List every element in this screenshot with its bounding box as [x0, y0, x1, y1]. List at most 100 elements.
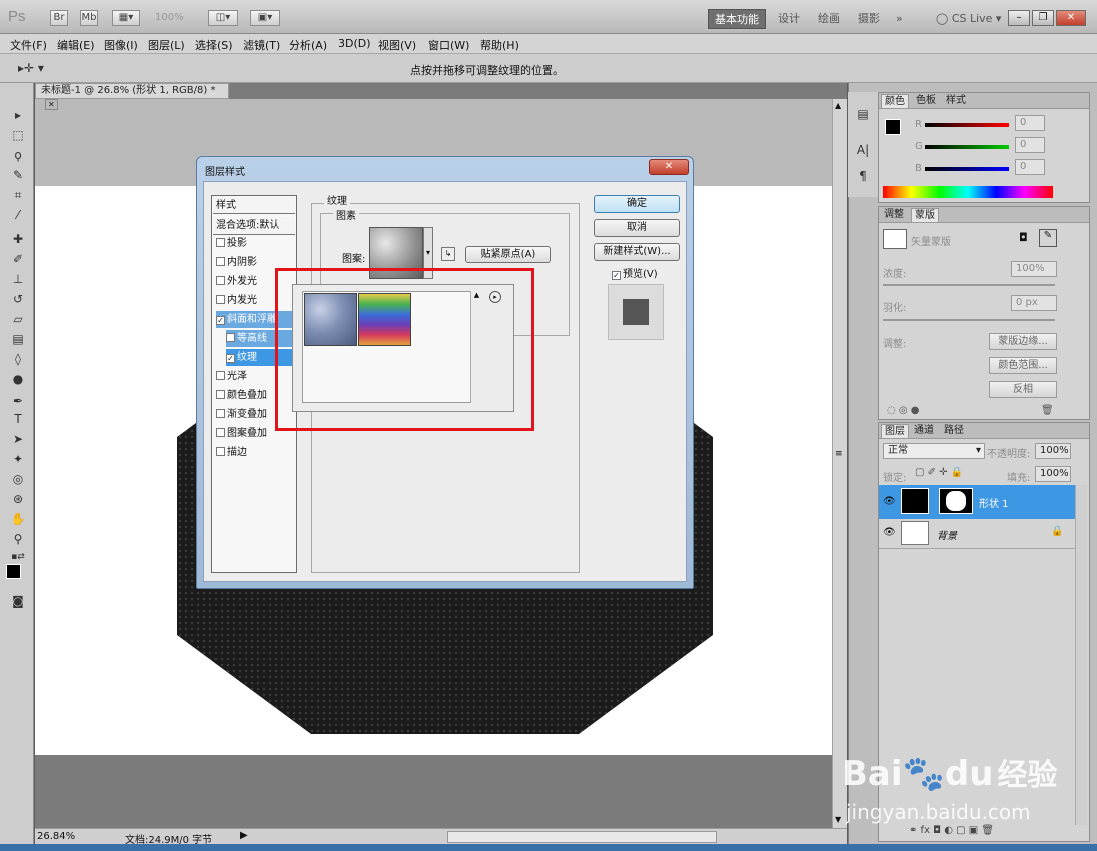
checkbox[interactable]	[226, 333, 235, 342]
checkbox[interactable]	[216, 390, 225, 399]
gradient-tool-icon[interactable]: ▤	[9, 331, 27, 347]
mini-bridge-icon[interactable]: Mb	[80, 10, 98, 26]
menu-edit[interactable]: 编辑(E)	[57, 37, 95, 53]
dodge-tool-icon[interactable]: ●	[9, 371, 27, 387]
move-tool-icon[interactable]: ▸✛ ▾	[18, 61, 44, 75]
scroll-down-icon[interactable]: ▼	[835, 815, 841, 824]
tab-layers[interactable]: 图层	[881, 424, 909, 438]
checkbox[interactable]	[216, 447, 225, 456]
visibility-eye-icon[interactable]: 👁	[883, 496, 896, 507]
blur-tool-icon[interactable]: ◊	[9, 351, 27, 367]
cs-live-button[interactable]: ◯ CS Live ▾	[930, 9, 1007, 29]
menu-view[interactable]: 视图(V)	[378, 37, 416, 53]
pen-tool-icon[interactable]: ✒	[9, 393, 27, 409]
custom-shape-icon[interactable]: ✦	[9, 451, 27, 467]
history-panel-icon[interactable]: ▤	[854, 106, 872, 122]
checkbox[interactable]	[216, 371, 225, 380]
layer-row-shape[interactable]: 👁 形状 1	[879, 485, 1075, 519]
brush-tool-icon[interactable]: ✐	[9, 251, 27, 267]
menu-select[interactable]: 选择(S)	[195, 37, 233, 53]
menu-window[interactable]: 窗口(W)	[428, 37, 469, 53]
r-value[interactable]: 0	[1015, 115, 1045, 131]
mask-footer-icons[interactable]: ◌ ◎ ●	[887, 405, 920, 416]
3d-orbit-icon[interactable]: ⊛	[9, 491, 27, 507]
feather-value[interactable]: 0 px	[1011, 295, 1057, 311]
checkbox[interactable]	[216, 428, 225, 437]
checkbox[interactable]	[216, 409, 225, 418]
blend-options-item[interactable]: 混合选项:默认	[213, 217, 295, 235]
close-tab-icon[interactable]: ✕	[45, 99, 58, 110]
styles-header[interactable]: 样式	[213, 197, 295, 214]
lock-icons[interactable]: ▢ ✐ ✛ 🔒	[915, 467, 963, 478]
tab-masks[interactable]: 蒙版	[911, 208, 939, 222]
extras-icon[interactable]: ▦▾	[112, 10, 140, 26]
menu-image[interactable]: 图像(I)	[104, 37, 138, 53]
eraser-icon[interactable]: ▱	[9, 311, 27, 327]
more-workspaces-icon[interactable]: »	[890, 9, 909, 29]
checkbox[interactable]	[216, 295, 225, 304]
color-range-button[interactable]: 颜色范围...	[989, 357, 1057, 374]
menu-3d[interactable]: 3D(D)	[338, 37, 371, 50]
delete-mask-icon[interactable]: 🗑	[1041, 405, 1054, 416]
swap-colors-icon[interactable]: ▪⇄	[9, 549, 27, 565]
character-panel-icon[interactable]: A|	[854, 142, 872, 158]
fg-color-swatch[interactable]	[885, 119, 901, 135]
mask-edge-button[interactable]: 蒙版边缘...	[989, 333, 1057, 350]
tab-swatches[interactable]: 色板	[913, 94, 939, 108]
workspace-photography[interactable]: 摄影	[852, 9, 886, 29]
checkbox[interactable]	[216, 257, 225, 266]
quick-mask-icon[interactable]: ◙	[9, 593, 27, 609]
menu-file[interactable]: 文件(F)	[10, 37, 47, 53]
dialog-close-icon[interactable]: ✕	[649, 159, 689, 175]
tab-channels[interactable]: 通道	[911, 424, 937, 438]
checkbox[interactable]: ✓	[612, 271, 621, 280]
foreground-color[interactable]	[6, 564, 21, 579]
r-slider[interactable]	[925, 123, 1009, 127]
g-slider[interactable]	[925, 145, 1009, 149]
b-slider[interactable]	[925, 167, 1009, 171]
vertical-scrollbar[interactable]: ▲ ≡ ▼	[832, 99, 847, 828]
cancel-button[interactable]: 取消	[594, 219, 680, 237]
workspace-essentials[interactable]: 基本功能	[708, 9, 766, 29]
color-ramp[interactable]	[883, 186, 1053, 198]
scroll-up-icon[interactable]: ▲	[835, 101, 841, 110]
layer-footer-icons[interactable]: ⚭ fx ◘ ◐ ▢ ▣ 🗑	[909, 825, 994, 836]
status-menu-icon[interactable]: ▶	[240, 830, 248, 841]
eyedropper-icon[interactable]: ⁄	[9, 207, 27, 223]
paragraph-panel-icon[interactable]: ¶	[854, 168, 872, 184]
clone-stamp-icon[interactable]: ⊥	[9, 271, 27, 287]
new-preset-icon[interactable]: ↳	[441, 247, 455, 261]
b-value[interactable]: 0	[1015, 159, 1045, 175]
horizontal-scrollbar[interactable]	[447, 831, 717, 843]
preview-checkbox[interactable]: ✓ 预览(V)	[612, 265, 658, 280]
workspace-painting[interactable]: 绘画	[812, 9, 846, 29]
quick-select-icon[interactable]: ✎	[9, 167, 27, 183]
screen-mode-icon[interactable]: ▣▾	[250, 10, 280, 26]
zoom-level[interactable]: 26.84%	[37, 831, 75, 842]
checkbox[interactable]	[216, 276, 225, 285]
tab-paths[interactable]: 路径	[941, 424, 967, 438]
menu-analysis[interactable]: 分析(A)	[289, 37, 327, 53]
healing-brush-icon[interactable]: ✚	[9, 231, 27, 247]
menu-layer[interactable]: 图层(L)	[148, 37, 185, 53]
checkbox[interactable]: ✓	[226, 354, 235, 363]
density-value[interactable]: 100%	[1011, 261, 1057, 277]
checkbox[interactable]: ✓	[216, 316, 225, 325]
lasso-tool-icon[interactable]: ϙ	[9, 147, 27, 163]
hand-tool-icon[interactable]: ✋	[9, 511, 27, 527]
restore-icon[interactable]: ❐	[1032, 10, 1054, 26]
close-icon[interactable]: ✕	[1056, 10, 1086, 26]
type-tool-icon[interactable]: T	[9, 411, 27, 427]
history-brush-icon[interactable]: ↺	[9, 291, 27, 307]
bridge-icon[interactable]: Br	[50, 10, 68, 26]
3d-rotate-icon[interactable]: ◎	[9, 471, 27, 487]
blend-mode-select[interactable]: 正常 ▾	[883, 443, 985, 459]
style-stroke[interactable]: 描边	[216, 444, 294, 461]
new-style-button[interactable]: 新建样式(W)...	[594, 243, 680, 261]
workspace-design[interactable]: 设计	[772, 9, 806, 29]
checkbox[interactable]	[216, 238, 225, 247]
menu-filter[interactable]: 滤镜(T)	[243, 37, 280, 53]
arrange-icon[interactable]: ◫▾	[208, 10, 238, 26]
scroll-thumb[interactable]: ≡	[835, 449, 843, 459]
layer-row-background[interactable]: 👁 背景 🔒	[879, 519, 1075, 549]
